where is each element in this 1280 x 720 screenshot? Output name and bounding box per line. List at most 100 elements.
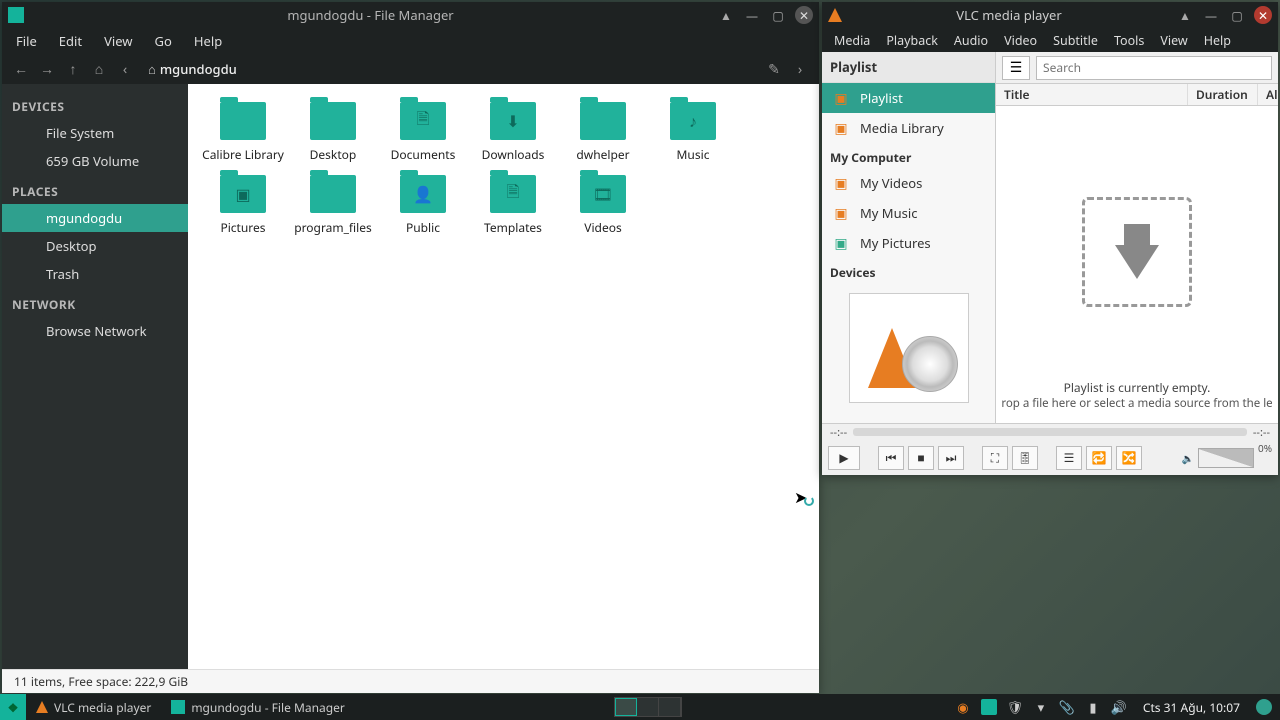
playlist-toggle-button[interactable]: ☰ [1056,446,1082,470]
sidebar-network-0[interactable]: Browse Network [2,317,188,345]
volume-slider[interactable] [1198,448,1254,468]
vlc-menu-tools[interactable]: Tools [1106,29,1152,52]
fm-content[interactable]: Calibre LibraryDesktop🗎Documents⬇Downloa… [188,84,819,669]
fm-titlebar[interactable]: mgundogdu - File Manager ▲ — ▢ ✕ [2,2,819,28]
sidebar-place-trash[interactable]: Trash [2,260,188,288]
vlc-left-mypictures[interactable]: ▣My Pictures [822,228,995,258]
workspace-2[interactable] [637,698,659,716]
shuffle-button[interactable]: 🔀 [1116,446,1142,470]
start-menu-button[interactable]: ❖ [0,694,26,720]
vlc-device-thumb[interactable] [849,293,969,403]
fm-menu-go[interactable]: Go [145,29,182,53]
tray-volume-icon[interactable]: 🔊 [1111,699,1127,715]
folder-videos[interactable]: 🎞Videos [558,175,648,236]
tray-session-icon[interactable] [1256,699,1272,715]
folder-templates[interactable]: 🗎Templates [468,175,558,236]
folder-dwhelper[interactable]: dwhelper [558,102,648,163]
vlc-left-playlist[interactable]: ▣Playlist [822,83,995,113]
ext-settings-button[interactable]: 🎚 [1012,446,1038,470]
path-chevron-right-icon[interactable]: › [787,57,813,81]
fm-eject-button[interactable]: ▲ [717,6,735,24]
tray-shield-icon[interactable]: 🛡 [1007,699,1023,715]
folder-label: program_files [288,219,378,236]
workspace-switcher[interactable] [614,697,682,717]
workspace-3[interactable] [659,698,681,716]
folder-documents[interactable]: 🗎Documents [378,102,468,163]
vlc-left-medialib[interactable]: ▣Media Library [822,113,995,143]
vlc-menu-playback[interactable]: Playback [878,29,946,52]
vlc-menu-video[interactable]: Video [996,29,1045,52]
folder-desktop[interactable]: Desktop [288,102,378,163]
workspace-1[interactable] [615,698,637,716]
tray-firefox-icon[interactable]: ◉ [955,699,971,715]
fm-close-button[interactable]: ✕ [795,6,813,24]
vlc-left-mymusic[interactable]: ▣My Music [822,198,995,228]
sidebar-device-1[interactable]: 659 GB Volume [2,147,188,175]
next-button[interactable]: ⏭ [938,446,964,470]
vlc-left-myvideos[interactable]: ▣My Videos [822,168,995,198]
tray-app-icon[interactable] [981,699,997,715]
vlc-playlist-body[interactable]: Playlist is currently empty. rop a file … [996,106,1278,423]
folder-glyph-icon [310,102,356,140]
col-title[interactable]: Title [996,84,1188,105]
folder-calibre-library[interactable]: Calibre Library [198,102,288,163]
vlc-menu-media[interactable]: Media [826,29,878,52]
fm-menu-file[interactable]: File [6,29,47,53]
folder-label: Documents [378,146,468,163]
folder-pictures[interactable]: ▣Pictures [198,175,288,236]
vlc-eject-button[interactable]: ▲ [1176,6,1194,24]
folder-program-files[interactable]: program_files [288,175,378,236]
fm-menu-edit[interactable]: Edit [49,29,92,53]
system-tray: ◉ 🛡 ▾ 📎 ▮ 🔊 Cts 31 Ağu, 10:07 [947,699,1280,716]
tray-chevron-icon[interactable]: ▾ [1033,699,1049,715]
nav-back-button[interactable]: ← [8,57,34,81]
col-duration[interactable]: Duration [1188,84,1258,105]
nav-up-button[interactable]: ↑ [60,57,86,81]
breadcrumb[interactable]: ⌂ mgundogdu [148,60,237,78]
stop-button[interactable]: ■ [908,446,934,470]
vlc-titlebar[interactable]: VLC media player ▲ — ▢ ✕ [822,2,1278,28]
play-button[interactable]: ▶ [828,446,860,470]
loop-button[interactable]: 🔁 [1086,446,1112,470]
taskbar-clock[interactable]: Cts 31 Ağu, 10:07 [1143,699,1240,716]
vlc-column-headers[interactable]: Title Duration Al [996,84,1278,106]
nav-home-button[interactable]: ⌂ [86,57,112,81]
path-chevron-left-icon[interactable]: ‹ [112,57,138,81]
fm-menu-help[interactable]: Help [184,29,232,53]
vlc-search-input[interactable] [1036,56,1272,80]
task-fm[interactable]: mgundogdu - File Manager [161,694,355,720]
sidebar-place-desktop[interactable]: Desktop [2,232,188,260]
vlc-dropzone[interactable] [1082,197,1192,307]
sidebar-item-label: 659 GB Volume [46,152,139,170]
vlc-close-button[interactable]: ✕ [1254,6,1272,24]
vlc-menu-help[interactable]: Help [1196,29,1239,52]
edit-path-button[interactable]: ✎ [761,57,787,81]
sidebar-place-home[interactable]: mgundogdu [2,204,188,232]
fm-menu-view[interactable]: View [94,29,142,53]
folder-icon: 🗎 [490,175,536,213]
sidebar-device-0[interactable]: File System [2,119,188,147]
fm-title: mgundogdu - File Manager [32,6,709,24]
vlc-maximize-button[interactable]: ▢ [1228,6,1246,24]
vlc-menu-view[interactable]: View [1152,29,1195,52]
tray-battery-icon[interactable]: ▮ [1085,699,1101,715]
home-icon: ⌂ [148,60,156,78]
seek-slider[interactable] [853,428,1247,436]
prev-button[interactable]: ⏮ [878,446,904,470]
fm-minimize-button[interactable]: — [743,6,761,24]
list-item-label: My Pictures [860,234,931,252]
tray-clip-icon[interactable]: 📎 [1059,699,1075,715]
folder-public[interactable]: 👤Public [378,175,468,236]
folder-music[interactable]: ♪Music [648,102,738,163]
vlc-menu-audio[interactable]: Audio [946,29,996,52]
mute-icon[interactable]: 🔈 [1182,451,1194,465]
task-vlc[interactable]: VLC media player [26,694,161,720]
fullscreen-button[interactable]: ⛶ [982,446,1008,470]
vlc-menu-subtitle[interactable]: Subtitle [1045,29,1106,52]
col-album[interactable]: Al [1258,84,1278,105]
folder-downloads[interactable]: ⬇Downloads [468,102,558,163]
vlc-minimize-button[interactable]: — [1202,6,1220,24]
fm-maximize-button[interactable]: ▢ [769,6,787,24]
nav-forward-button[interactable]: → [34,57,60,81]
vlc-viewmode-button[interactable]: ☰ [1002,56,1030,80]
